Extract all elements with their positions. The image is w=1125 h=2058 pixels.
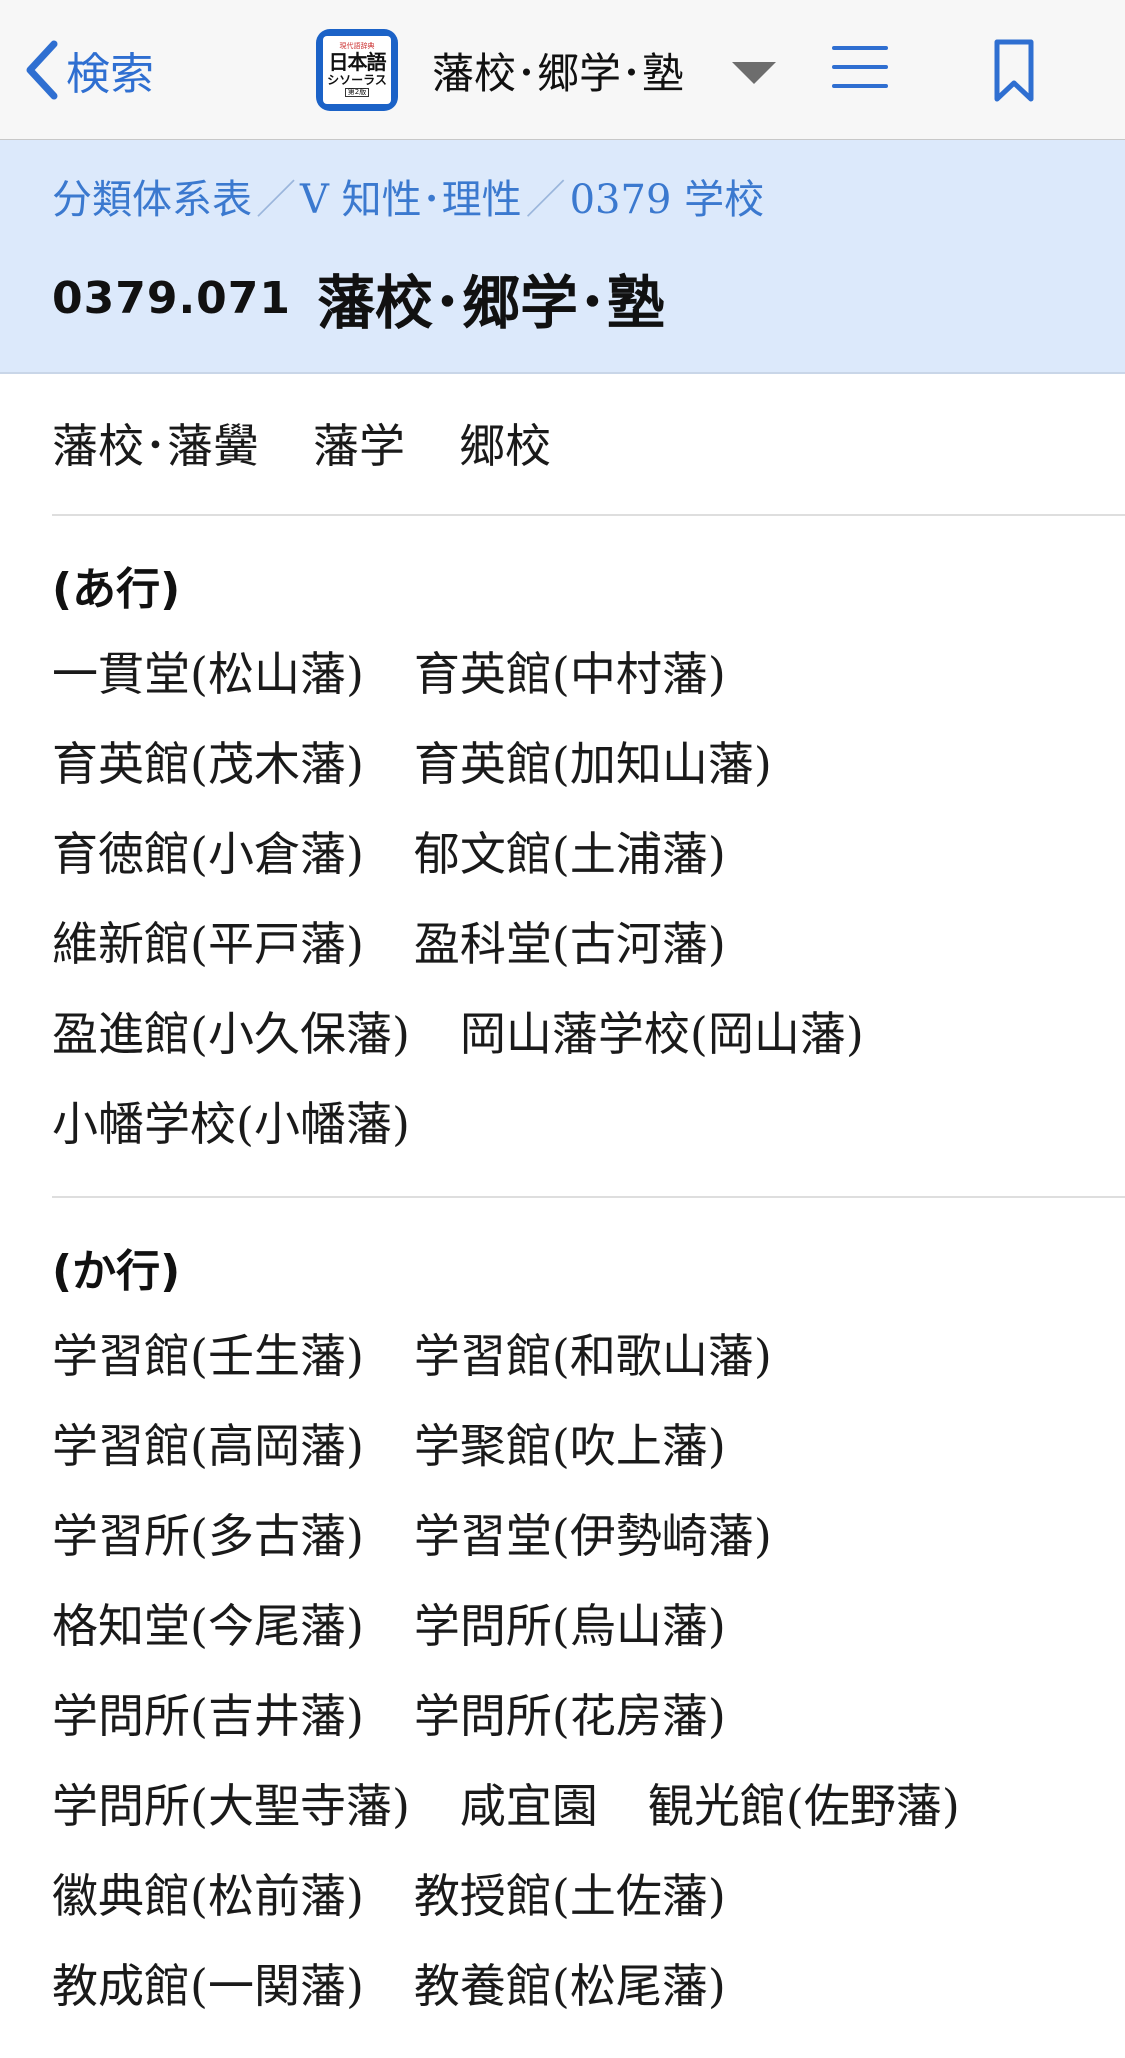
caret-down-icon[interactable] — [732, 62, 776, 84]
term-line: 盈進館(小久保藩) 岡山藩学校(岡山藩) — [52, 986, 1125, 1076]
section-heading: (か行) — [52, 1246, 181, 1297]
term-line: 教成館(一関藩) 教養館(松尾藩) — [52, 1938, 1125, 2028]
keyword-list: 藩校･藩黌 藩学 郷校 — [52, 372, 1125, 514]
term-item[interactable]: 盈進館(小久保藩) — [52, 998, 410, 1064]
term-item[interactable]: 学問所(花房藩) — [414, 1680, 726, 1746]
section-divider — [52, 514, 1125, 516]
back-button[interactable]: 検索 — [24, 38, 154, 102]
term-item[interactable]: 格知堂(今尾藩) — [52, 1590, 364, 1656]
section-a-row: (あ行) 一貫堂(松山藩) 育英館(中村藩) 育英館(茂木藩) 育英館(加知山藩… — [52, 556, 1125, 1196]
term-item[interactable]: 育英館(加知山藩) — [414, 728, 772, 794]
category-title: 藩校･郷学･塾 — [317, 269, 666, 337]
keyword-term[interactable]: 郷校 — [459, 410, 551, 476]
term-item[interactable]: 学習所(多古藩) — [52, 1500, 364, 1566]
bookmark-icon[interactable] — [992, 38, 1036, 104]
nav-title[interactable]: 藩校･郷学･塾 — [432, 40, 684, 100]
section-divider — [52, 1196, 1125, 1198]
category-code: 0379.071 — [52, 272, 292, 324]
term-item[interactable]: 学習堂(伊勢崎藩) — [414, 1500, 772, 1566]
term-line: 学習所(多古藩) 学習堂(伊勢崎藩) — [52, 1488, 1125, 1578]
term-item[interactable]: 岡山藩学校(岡山藩) — [460, 998, 864, 1064]
term-item[interactable]: 育英館(中村藩) — [414, 638, 726, 704]
app-logo-subtitle: シソーラス — [327, 73, 387, 87]
section-ka-row: (か行) 学習館(壬生藩) 学習館(和歌山藩) 学習館(高岡藩) 学聚館(吹上藩… — [52, 1238, 1125, 2058]
menu-icon-bar — [832, 46, 888, 50]
term-item[interactable]: 学習館(和歌山藩) — [414, 1320, 772, 1386]
term-line: 育英館(茂木藩) 育英館(加知山藩) — [52, 716, 1125, 806]
term-item[interactable]: 維新館(平戸藩) — [52, 908, 364, 974]
breadcrumb-item[interactable]: 分類体系表 — [52, 167, 252, 225]
app-logo-caption: 現代語辞典 — [339, 42, 375, 50]
term-item[interactable]: 学聚館(吹上藩) — [414, 1410, 726, 1476]
breadcrumb-separator: ／ — [525, 177, 566, 223]
menu-icon[interactable] — [832, 46, 888, 92]
app-logo-edition: 第2版 — [344, 88, 370, 97]
term-item[interactable]: 咸宜園 — [460, 1770, 598, 1836]
thesaurus-content: 藩校･藩黌 藩学 郷校 (あ行) 一貫堂(松山藩) 育英館(中村藩) 育英館(茂… — [52, 372, 1125, 2058]
term-item[interactable]: 一貫堂(松山藩) — [52, 638, 364, 704]
term-item[interactable]: 小幡学校(小幡藩) — [52, 1088, 410, 1154]
term-item[interactable]: 郁文館(土浦藩) — [414, 818, 726, 884]
term-item[interactable]: 盈科堂(古河藩) — [414, 908, 726, 974]
section-heading: (あ行) — [52, 564, 181, 615]
term-line: 学習館(壬生藩) 学習館(和歌山藩) — [52, 1308, 1125, 1398]
term-item[interactable]: 学習館(高岡藩) — [52, 1410, 364, 1476]
term-line: 学問所(吉井藩) 学問所(花房藩) — [52, 1668, 1125, 1758]
term-line: 維新館(平戸藩) 盈科堂(古河藩) — [52, 896, 1125, 986]
term-item[interactable]: 学習館(壬生藩) — [52, 1320, 364, 1386]
keyword-term[interactable]: 藩学 — [313, 410, 405, 476]
term-item[interactable]: 教成館(一関藩) — [52, 1950, 364, 2016]
term-item[interactable]: 学問所(吉井藩) — [52, 1680, 364, 1746]
term-line: 学問所(大聖寺藩) 咸宜園 観光館(佐野藩) — [52, 1758, 1125, 1848]
back-button-label: 検索 — [66, 49, 154, 100]
term-line: 徽典館(松前藩) 教授館(土佐藩) — [52, 1848, 1125, 1938]
menu-icon-bar — [832, 84, 888, 88]
term-item[interactable]: 育徳館(小倉藩) — [52, 818, 364, 884]
breadcrumb: 分類体系表 ／ V 知性･理性 ／ 0379 学校 — [52, 168, 764, 224]
term-item[interactable]: 観光館(佐野藩) — [648, 1770, 960, 1836]
term-item[interactable]: 教養館(松尾藩) — [414, 1950, 726, 2016]
category-header: 分類体系表 ／ V 知性･理性 ／ 0379 学校 0379.071 藩校･郷学… — [0, 140, 1125, 374]
term-item[interactable]: 学問所(烏山藩) — [414, 1590, 726, 1656]
term-line: 育徳館(小倉藩) 郁文館(土浦藩) — [52, 806, 1125, 896]
chevron-left-icon — [26, 40, 58, 100]
term-line: 一貫堂(松山藩) 育英館(中村藩) — [52, 626, 1125, 716]
term-item[interactable]: 育英館(茂木藩) — [52, 728, 364, 794]
term-line: 小幡学校(小幡藩) — [52, 1076, 1125, 1166]
app-logo: 現代語辞典 日本語 シソーラス 第2版 — [316, 29, 398, 111]
breadcrumb-item[interactable]: 0379 学校 — [570, 167, 765, 225]
term-line: 学習館(高岡藩) 学聚館(吹上藩) — [52, 1398, 1125, 1488]
term-line: 格知堂(今尾藩) 学問所(烏山藩) — [52, 1578, 1125, 1668]
page-title: 0379.071 藩校･郷学･塾 — [52, 260, 665, 337]
term-item[interactable]: 学問所(大聖寺藩) — [52, 1770, 410, 1836]
top-navigation-bar: 検索 現代語辞典 日本語 シソーラス 第2版 藩校･郷学･塾 — [0, 0, 1125, 140]
breadcrumb-item[interactable]: V 知性･理性 — [300, 167, 522, 225]
keyword-term[interactable]: 藩校･藩黌 — [52, 410, 259, 476]
term-item[interactable]: 教授館(土佐藩) — [414, 1860, 726, 1926]
term-item[interactable]: 徽典館(松前藩) — [52, 1860, 364, 1926]
breadcrumb-separator: ／ — [256, 177, 296, 223]
app-logo-title: 日本語 — [328, 50, 387, 74]
menu-icon-bar — [832, 65, 888, 69]
